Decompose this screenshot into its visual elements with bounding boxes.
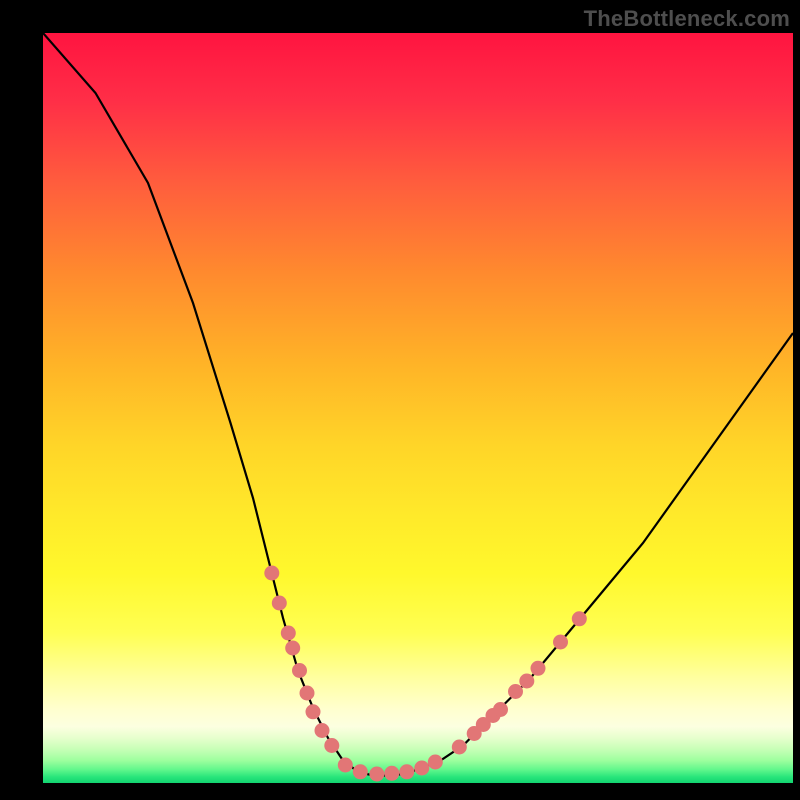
data-point	[428, 755, 443, 770]
data-point	[285, 641, 300, 656]
data-point	[324, 738, 339, 753]
bottleneck-curve	[43, 33, 793, 776]
data-point	[315, 723, 330, 738]
data-point	[493, 702, 508, 717]
plot-area	[43, 33, 793, 783]
data-point	[572, 611, 587, 626]
data-point	[306, 704, 321, 719]
data-point	[531, 661, 546, 676]
data-point	[338, 758, 353, 773]
data-point	[369, 767, 384, 782]
data-point	[399, 764, 414, 779]
data-point	[300, 686, 315, 701]
data-point	[353, 764, 368, 779]
data-point	[452, 740, 467, 755]
data-point	[264, 566, 279, 581]
bottleneck-curve-layer	[43, 33, 793, 783]
data-point	[281, 626, 296, 641]
data-point	[292, 663, 307, 678]
data-point	[553, 635, 568, 650]
data-point	[384, 766, 399, 781]
data-points	[264, 566, 587, 782]
chart-frame: TheBottleneck.com	[0, 0, 800, 800]
data-point	[272, 596, 287, 611]
data-point	[414, 761, 429, 776]
data-point	[519, 674, 534, 689]
data-point	[508, 684, 523, 699]
watermark-text: TheBottleneck.com	[584, 6, 790, 32]
